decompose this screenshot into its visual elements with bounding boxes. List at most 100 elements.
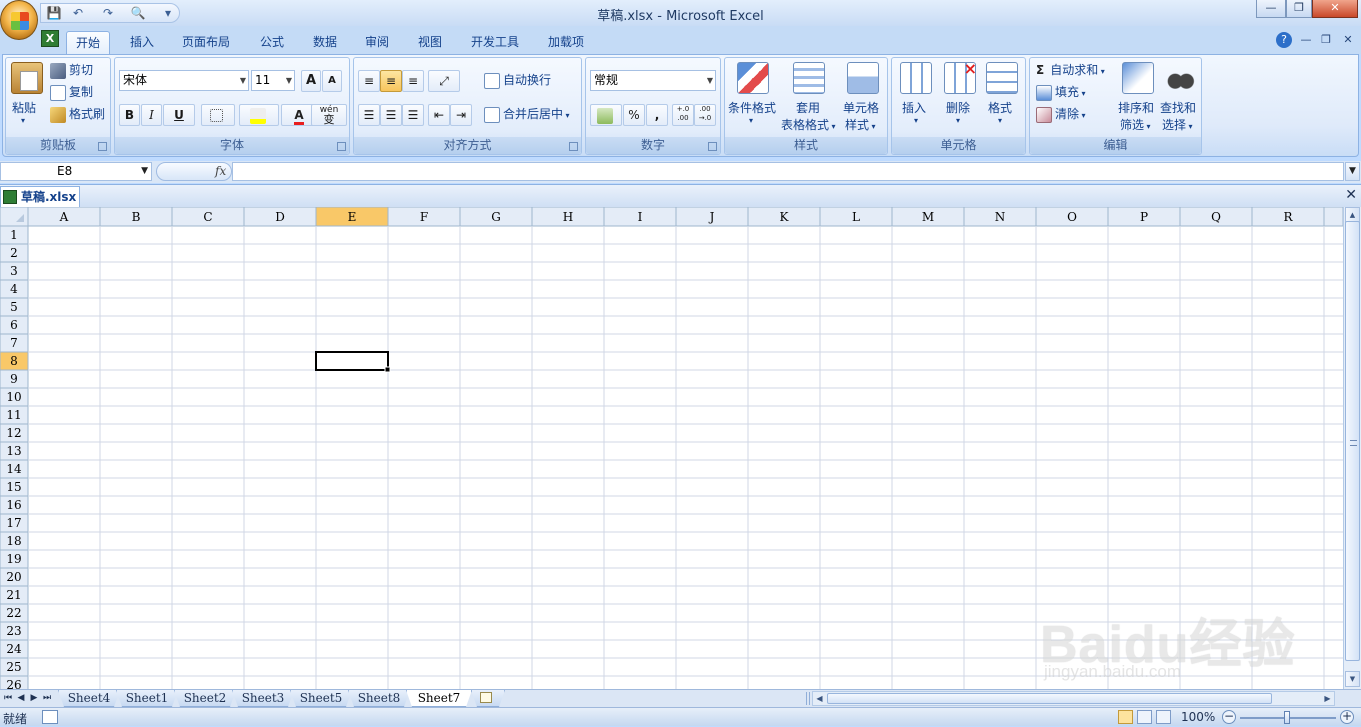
format-as-table-button[interactable]: 表格格式 ▾ xyxy=(781,116,836,133)
expand-formula-bar-button[interactable]: ▼ xyxy=(1345,162,1360,181)
decrease-indent-button[interactable]: ⇤ xyxy=(428,104,450,126)
zoom-slider-thumb[interactable] xyxy=(1284,711,1290,724)
decrease-decimal-button[interactable]: .00 →.0 xyxy=(694,104,716,126)
number-format-select[interactable]: 常规 ▼ xyxy=(590,70,716,91)
sheet-tab-sheet1[interactable]: Sheet1 xyxy=(116,690,178,707)
format-painter-button[interactable]: 格式刷 xyxy=(50,104,105,124)
underline-button[interactable]: U xyxy=(163,104,195,126)
align-middle-button[interactable]: ≡ xyxy=(380,70,402,92)
align-left-button[interactable]: ☰ xyxy=(358,104,380,126)
fx-icon[interactable]: fx xyxy=(215,164,226,178)
horizontal-scroll-thumb[interactable] xyxy=(827,693,1272,704)
cell-styles-label-1[interactable]: 单元格 xyxy=(843,99,879,116)
worksheet-grid[interactable]: A B C D E F G H I J K L M N O P Q R 1 2 3 4 5 6 7 8 9 10 11 12 13 14 15 1… xyxy=(0,207,1343,689)
close-button[interactable]: ✕ xyxy=(1312,0,1358,18)
restore-button[interactable]: ❐ xyxy=(1286,0,1312,18)
number-dialog-launcher[interactable] xyxy=(708,142,717,151)
font-dialog-launcher[interactable] xyxy=(337,142,346,151)
accounting-format-button[interactable] xyxy=(590,104,622,126)
sheet-tab-sheet3[interactable]: Sheet3 xyxy=(232,690,294,707)
tab-insert[interactable]: 插入 xyxy=(120,31,164,54)
grow-font-button[interactable]: A xyxy=(301,70,321,92)
sheet-tab-sheet8[interactable]: Sheet8 xyxy=(348,690,410,707)
vertical-scroll-thumb[interactable] xyxy=(1345,221,1360,661)
format-cells-button[interactable]: 格式 xyxy=(988,99,1012,116)
sort-filter-button[interactable]: 筛选 ▾ xyxy=(1120,116,1151,133)
increase-indent-button[interactable]: ⇥ xyxy=(450,104,472,126)
workbook-tab[interactable]: 草稿.xlsx xyxy=(0,186,80,208)
tab-page-layout[interactable]: 页面布局 xyxy=(174,31,238,54)
first-sheet-icon[interactable]: ⏮ xyxy=(2,691,14,705)
scroll-down-icon[interactable]: ▼ xyxy=(1345,671,1360,687)
ribbon-minimize-button[interactable]: — xyxy=(1298,32,1314,48)
font-size-select[interactable]: 11 ▼ xyxy=(251,70,295,91)
active-cell[interactable] xyxy=(315,351,389,371)
delete-cells-button[interactable]: 删除 xyxy=(946,99,970,116)
wrap-text-button[interactable]: 自动换行 xyxy=(484,70,551,90)
close-workbook-button[interactable]: ✕ xyxy=(1345,187,1357,203)
grid-svg[interactable]: A B C D E F G H I J K L M N O P Q R1234567891011121314151… xyxy=(0,207,1343,689)
sheet-tab-sheet7[interactable]: Sheet7 xyxy=(406,690,472,707)
customize-qat-button[interactable]: ▾ xyxy=(159,5,177,21)
page-break-view-icon[interactable] xyxy=(1156,710,1171,724)
normal-view-icon[interactable] xyxy=(1118,710,1133,724)
paste-dropdown-icon[interactable]: ▾ xyxy=(21,116,25,125)
zoom-in-button[interactable]: + xyxy=(1340,710,1354,724)
cut-button[interactable]: 剪切 xyxy=(50,60,93,80)
print-preview-icon[interactable]: 🔍 xyxy=(129,5,147,21)
redo-icon[interactable]: ↷ xyxy=(99,5,117,21)
sort-filter-label-1[interactable]: 排序和 xyxy=(1118,99,1154,116)
clear-button[interactable]: 清除 ▾ xyxy=(1036,104,1086,124)
tab-data[interactable]: 数据 xyxy=(303,31,347,54)
copy-button[interactable]: 复制 xyxy=(50,82,93,102)
tab-review[interactable]: 审阅 xyxy=(355,31,399,54)
prev-sheet-icon[interactable]: ◀ xyxy=(15,691,27,705)
scroll-right-icon[interactable]: ▶ xyxy=(1321,692,1334,705)
find-select-button[interactable]: 选择 ▾ xyxy=(1162,116,1193,133)
office-button[interactable] xyxy=(0,0,38,40)
tab-formulas[interactable]: 公式 xyxy=(250,31,294,54)
tab-add-ins[interactable]: 加载项 xyxy=(538,31,594,54)
sheet-tab-sheet4[interactable]: Sheet4 xyxy=(58,690,120,707)
fill-button[interactable]: 填充 ▾ xyxy=(1036,82,1086,102)
scroll-left-icon[interactable]: ◀ xyxy=(813,692,826,705)
horizontal-scrollbar[interactable]: ◀ ▶ xyxy=(812,691,1335,706)
macro-record-icon[interactable] xyxy=(42,710,58,724)
comma-style-button[interactable]: , xyxy=(646,104,668,126)
name-box[interactable]: E8 ▼ xyxy=(0,162,152,181)
sheet-tab-sheet2[interactable]: Sheet2 xyxy=(174,690,236,707)
tab-developer[interactable]: 开发工具 xyxy=(462,31,528,54)
alignment-dialog-launcher[interactable] xyxy=(569,142,578,151)
merge-center-button[interactable]: 合并后居中 ▾ xyxy=(484,104,570,124)
fill-color-button[interactable] xyxy=(239,104,279,126)
autosum-button[interactable]: Σ 自动求和 ▾ xyxy=(1036,60,1105,80)
italic-button[interactable]: I xyxy=(141,104,162,126)
next-sheet-icon[interactable]: ▶ xyxy=(28,691,40,705)
align-right-button[interactable]: ☰ xyxy=(402,104,424,126)
tab-view[interactable]: 视图 xyxy=(408,31,452,54)
align-center-button[interactable]: ☰ xyxy=(380,104,402,126)
find-select-label-1[interactable]: 查找和 xyxy=(1160,99,1196,116)
conditional-format-button[interactable]: 条件格式 xyxy=(728,99,776,116)
insert-cells-button[interactable]: 插入 xyxy=(902,99,926,116)
increase-decimal-button[interactable]: +.0 .00 xyxy=(672,104,694,126)
page-layout-view-icon[interactable] xyxy=(1137,710,1152,724)
undo-icon[interactable]: ↶ xyxy=(69,5,87,21)
last-sheet-icon[interactable]: ⏭ xyxy=(41,691,53,705)
vertical-scrollbar[interactable]: ▲ ▼ xyxy=(1343,207,1361,689)
align-top-button[interactable]: ≡ xyxy=(358,70,380,92)
sheet-tab-sheet5[interactable]: Sheet5 xyxy=(290,690,352,707)
tab-home[interactable]: 开始 xyxy=(66,31,110,54)
phonetic-guide-button[interactable]: wén 变 xyxy=(311,104,347,126)
formula-input[interactable] xyxy=(232,162,1344,181)
ribbon-close-button[interactable]: ✕ xyxy=(1340,32,1356,48)
shrink-font-button[interactable]: A xyxy=(322,70,342,92)
orientation-button[interactable]: ⤢ xyxy=(428,70,460,92)
percent-style-button[interactable]: % xyxy=(623,104,645,126)
zoom-out-button[interactable]: − xyxy=(1222,710,1236,724)
font-name-select[interactable]: 宋体 ▼ xyxy=(119,70,249,91)
bold-button[interactable]: B xyxy=(119,104,140,126)
zoom-level[interactable]: 100% xyxy=(1181,710,1215,724)
borders-button[interactable] xyxy=(201,104,235,126)
tab-split-handle[interactable] xyxy=(806,692,810,705)
